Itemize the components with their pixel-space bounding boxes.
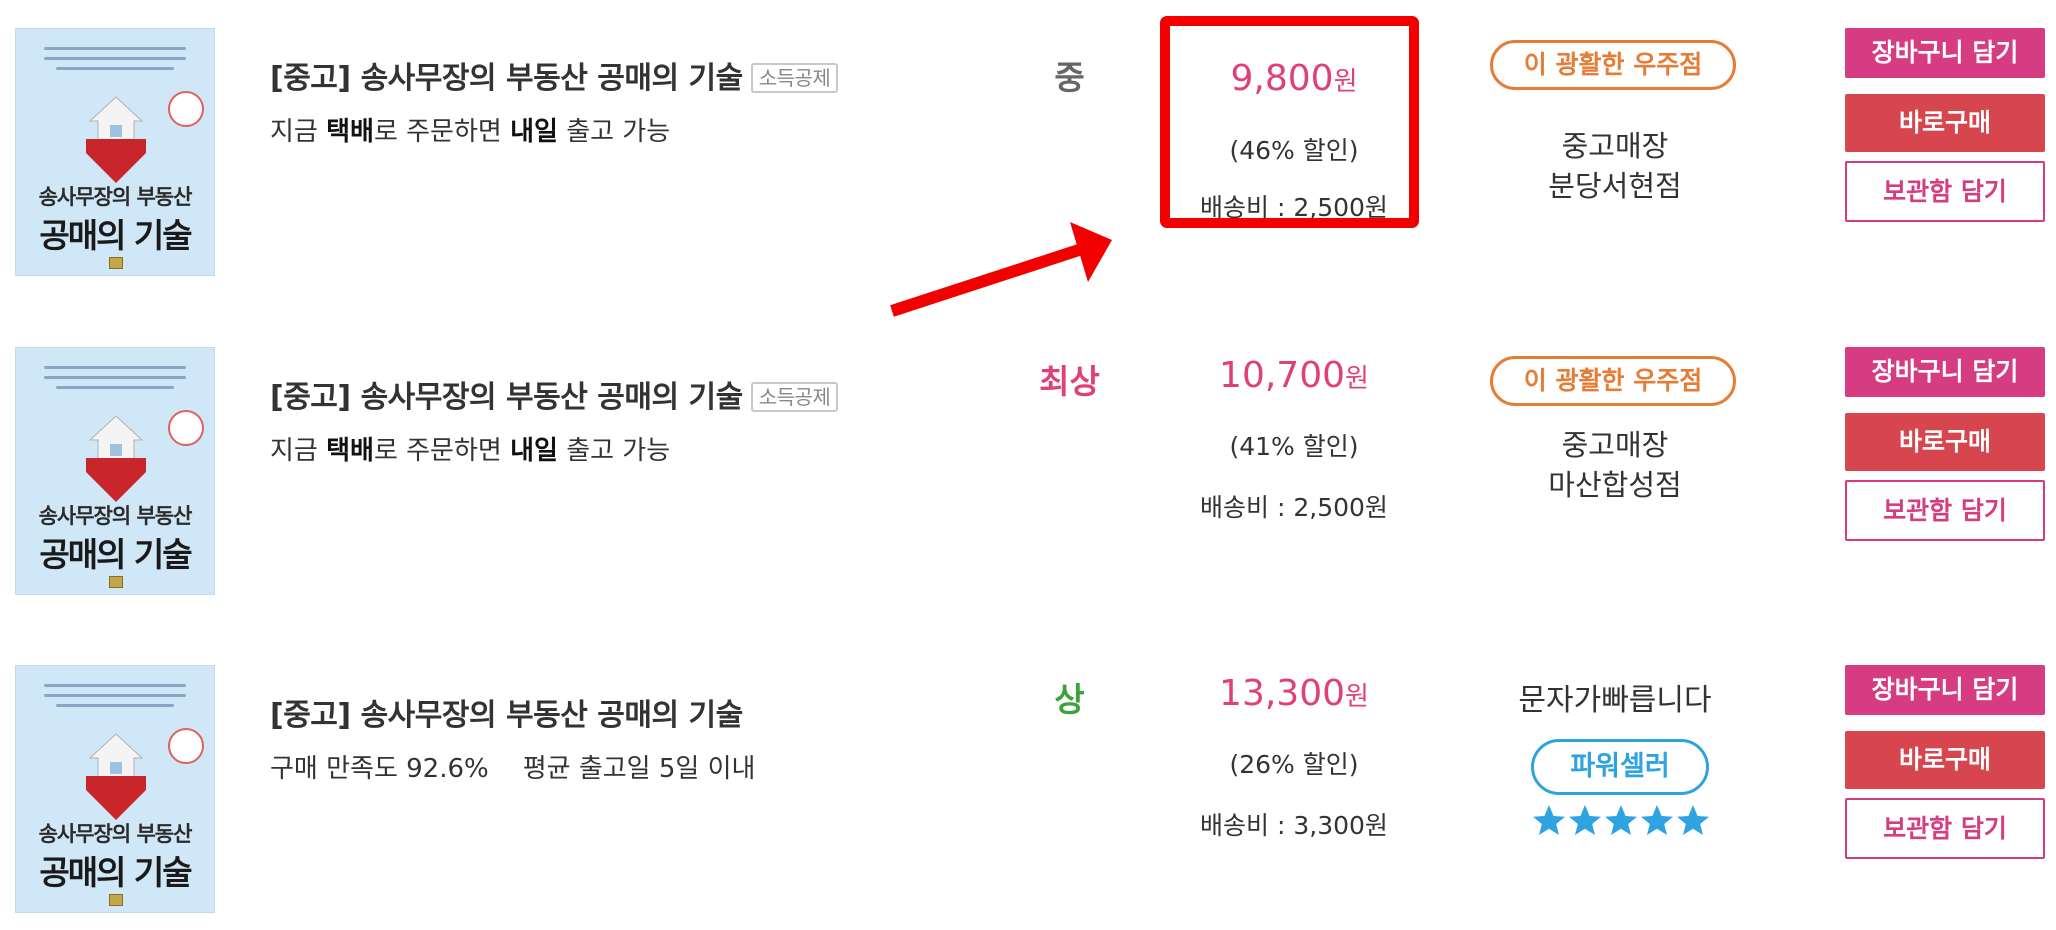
star-icon bbox=[1677, 805, 1709, 835]
cover-big-title: 공매의 기술 bbox=[39, 853, 192, 892]
product-title[interactable]: [중고] 송사무장의 부동산 공매의 기술 소득공제 bbox=[270, 372, 839, 416]
save-to-wishlist-button[interactable]: 보관함 담기 bbox=[1845, 798, 2045, 859]
cover-big-title: 공매의 기술 bbox=[39, 216, 192, 255]
listing-row-1: 송사무장의 부동산 공매의 기술 [중고] 송사무장의 부동산 공매의 기술 소득… bbox=[0, 28, 2056, 278]
shipping-fee: 배송비 : 3,300원 bbox=[1200, 811, 1388, 840]
average-shipping-days: 평균 출고일 5일 이내 bbox=[522, 754, 756, 784]
power-seller-badge: 파워셀러 bbox=[1531, 739, 1709, 795]
tax-deduction-badge: 소득공제 bbox=[750, 63, 839, 93]
publisher-logo-icon bbox=[109, 894, 123, 906]
discount-rate: (41% 할인) bbox=[1229, 432, 1359, 461]
purchase-satisfaction: 구매 만족도 92.6% bbox=[270, 754, 489, 784]
condition-grade: 중 bbox=[1054, 58, 1085, 97]
cover-small-title: 송사무장의 부동산 bbox=[38, 504, 193, 528]
promo-sticker-icon bbox=[168, 410, 204, 446]
seller-name[interactable]: 문자가빠릅니다 bbox=[1450, 675, 1780, 719]
book-cover-image[interactable]: 송사무장의 부동산 공매의 기술 bbox=[15, 665, 215, 913]
seller-rating-stars bbox=[1533, 805, 1709, 835]
buy-now-button[interactable]: 바로구매 bbox=[1845, 731, 2045, 789]
book-cover-image[interactable]: 송사무장의 부동산 공매의 기술 bbox=[15, 28, 215, 276]
delivery-info: 지금 택배로 주문하면 내일 출고 가능 bbox=[270, 117, 671, 147]
seller-badge[interactable]: 이 광활한 우주점 bbox=[1490, 356, 1736, 406]
buy-now-button[interactable]: 바로구매 bbox=[1845, 94, 2045, 152]
seller-stats: 구매 만족도 92.6% 평균 출고일 5일 이내 bbox=[270, 748, 755, 785]
add-to-cart-button[interactable]: 장바구니 담기 bbox=[1845, 347, 2045, 397]
save-to-wishlist-button[interactable]: 보관함 담기 bbox=[1845, 480, 2045, 541]
star-icon bbox=[1569, 805, 1601, 835]
publisher-logo-icon bbox=[109, 576, 123, 588]
discount-rate: (26% 할인) bbox=[1229, 750, 1359, 779]
store-name[interactable]: 분당서현점 bbox=[1450, 163, 1780, 205]
shipping-fee: 배송비 : 2,500원 bbox=[1200, 493, 1388, 522]
star-icon bbox=[1641, 805, 1673, 835]
star-icon bbox=[1605, 805, 1637, 835]
price: 10,700원 bbox=[1219, 355, 1369, 396]
add-to-cart-button[interactable]: 장바구니 담기 bbox=[1845, 28, 2045, 78]
cover-big-title: 공매의 기술 bbox=[39, 535, 192, 574]
store-name[interactable]: 마산합성점 bbox=[1450, 462, 1780, 504]
condition-grade: 상 bbox=[1054, 680, 1085, 719]
price: 13,300원 bbox=[1219, 673, 1369, 714]
listing-row-2: 송사무장의 부동산 공매의 기술 [중고] 송사무장의 부동산 공매의 기술 소득… bbox=[0, 347, 2056, 597]
star-icon bbox=[1533, 805, 1565, 835]
buy-now-button[interactable]: 바로구매 bbox=[1845, 413, 2045, 471]
add-to-cart-button[interactable]: 장바구니 담기 bbox=[1845, 665, 2045, 715]
store-type: 중고매장 bbox=[1561, 129, 1669, 163]
store-type: 중고매장 bbox=[1561, 428, 1669, 462]
publisher-logo-icon bbox=[109, 257, 123, 269]
listing-row-3: 송사무장의 부동산 공매의 기술 [중고] 송사무장의 부동산 공매의 기술 구… bbox=[0, 665, 2056, 915]
condition-grade: 최상 bbox=[1039, 362, 1100, 401]
cover-small-title: 송사무장의 부동산 bbox=[38, 822, 193, 846]
product-title[interactable]: [중고] 송사무장의 부동산 공매의 기술 bbox=[270, 690, 743, 734]
promo-sticker-icon bbox=[168, 728, 204, 764]
book-cover-image[interactable]: 송사무장의 부동산 공매의 기술 bbox=[15, 347, 215, 595]
tax-deduction-badge: 소득공제 bbox=[750, 382, 839, 412]
cover-small-title: 송사무장의 부동산 bbox=[38, 185, 193, 209]
price-highlight-box bbox=[1160, 16, 1419, 228]
red-arrow-illustration-icon bbox=[86, 139, 146, 183]
seller-badge[interactable]: 이 광활한 우주점 bbox=[1490, 40, 1736, 90]
red-arrow-illustration-icon bbox=[86, 776, 146, 820]
promo-sticker-icon bbox=[168, 91, 204, 127]
red-arrow-illustration-icon bbox=[86, 458, 146, 502]
save-to-wishlist-button[interactable]: 보관함 담기 bbox=[1845, 161, 2045, 222]
delivery-info: 지금 택배로 주문하면 내일 출고 가능 bbox=[270, 436, 671, 466]
product-title[interactable]: [중고] 송사무장의 부동산 공매의 기술 소득공제 bbox=[270, 53, 839, 97]
